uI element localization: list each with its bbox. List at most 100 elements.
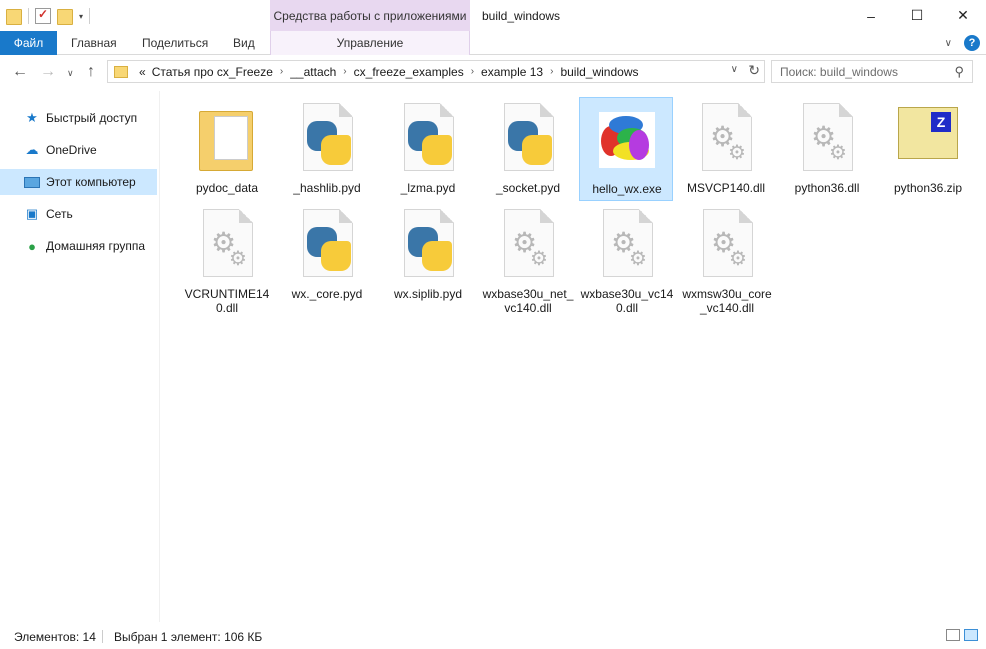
search-input[interactable]: [780, 64, 950, 79]
tab-file[interactable]: Файл: [0, 31, 57, 55]
file-item[interactable]: ⚙ ⚙ wxbase30u_net_vc140.dll: [481, 203, 575, 315]
minimize-button[interactable]: –: [848, 0, 894, 31]
status-divider: [102, 630, 103, 643]
nav-item-network[interactable]: ▣ Сеть: [0, 201, 157, 227]
file-name: wx._core.pyd: [291, 287, 363, 301]
view-switcher: [946, 629, 978, 641]
search-icon[interactable]: ⚲: [954, 64, 964, 80]
python-file-icon: [494, 101, 562, 177]
search-box[interactable]: ⚲: [771, 60, 973, 83]
properties-icon[interactable]: [35, 7, 51, 24]
ribbon-right-controls: ∨ ?: [945, 35, 980, 51]
tab-home[interactable]: Главная: [57, 31, 131, 55]
breadcrumb-item[interactable]: cx_freeze_examples: [351, 65, 467, 79]
window-controls: – ☐ ✕: [848, 0, 986, 31]
dll-file-icon: ⚙ ⚙: [693, 207, 761, 283]
file-item-selected[interactable]: hello_wx.exe: [579, 97, 673, 201]
breadcrumb-item[interactable]: build_windows: [557, 65, 641, 79]
file-name: hello_wx.exe: [592, 182, 662, 196]
details-view-icon[interactable]: [946, 629, 960, 641]
file-item[interactable]: ⚙ ⚙ python36.dll: [780, 97, 874, 201]
chevron-right-icon[interactable]: ›: [276, 66, 287, 77]
selection-info: Выбран 1 элемент: 106 КБ: [114, 630, 263, 644]
forward-button[interactable]: →: [40, 63, 56, 81]
large-icons-view-icon[interactable]: [964, 629, 978, 641]
nav-item-onedrive[interactable]: ☁ OneDrive: [0, 137, 157, 163]
refresh-icon[interactable]: ↻: [748, 62, 760, 79]
up-button[interactable]: ↑: [87, 63, 95, 81]
breadcrumb-overflow[interactable]: «: [136, 65, 149, 79]
folder-icon: [193, 101, 261, 177]
dll-file-icon: ⚙ ⚙: [494, 207, 562, 283]
chevron-right-icon[interactable]: ›: [546, 66, 557, 77]
file-item[interactable]: wx._core.pyd: [280, 203, 374, 307]
computer-icon: [24, 174, 40, 190]
maximize-button[interactable]: ☐: [894, 0, 940, 31]
expand-ribbon-icon[interactable]: ∨: [945, 38, 952, 49]
nav-item-quick-access[interactable]: ★ Быстрый доступ: [0, 105, 157, 131]
customize-toolbar-icon[interactable]: ▾: [79, 12, 83, 21]
homegroup-icon: ●: [28, 238, 36, 254]
dll-file-icon: ⚙ ⚙: [793, 101, 861, 177]
python-file-icon: [394, 207, 462, 283]
toolbar-divider: [89, 8, 91, 24]
back-button[interactable]: ←: [12, 63, 28, 81]
navigation-pane: ★ Быстрый доступ ☁ OneDrive Этот компьют…: [0, 91, 160, 622]
application-icon: [593, 102, 661, 178]
toolbar-divider: [28, 8, 29, 24]
breadcrumb-item[interactable]: __attach: [287, 65, 339, 79]
nav-item-this-pc[interactable]: Этот компьютер: [0, 169, 157, 195]
new-folder-icon[interactable]: [57, 9, 73, 25]
chevron-right-icon[interactable]: ›: [339, 66, 350, 77]
file-name: wxbase30u_vc140.dll: [580, 287, 674, 315]
nav-item-homegroup[interactable]: ● Домашняя группа: [0, 233, 157, 259]
file-name: MSVCP140.dll: [686, 181, 766, 195]
python-file-icon: [293, 207, 361, 283]
zip-file-icon: Z: [894, 101, 962, 177]
dll-file-icon: ⚙ ⚙: [593, 207, 661, 283]
file-item[interactable]: _hashlib.pyd: [280, 97, 374, 201]
file-name: _socket.pyd: [495, 181, 561, 195]
file-item[interactable]: _socket.pyd: [481, 97, 575, 201]
file-name: _hashlib.pyd: [293, 181, 361, 195]
file-item[interactable]: ⚙ ⚙ VCRUNTIME140.dll: [180, 203, 274, 315]
dll-file-icon: ⚙ ⚙: [692, 101, 760, 177]
file-name: pydoc_data: [195, 181, 259, 195]
recent-locations-button[interactable]: ∨: [67, 68, 74, 79]
network-icon: ▣: [25, 206, 39, 221]
help-icon[interactable]: ?: [964, 35, 980, 51]
close-button[interactable]: ✕: [940, 0, 986, 31]
file-item[interactable]: ⚙ ⚙ MSVCP140.dll: [679, 97, 773, 201]
tab-view[interactable]: Вид: [219, 31, 269, 55]
file-name: VCRUNTIME140.dll: [184, 287, 270, 315]
file-item[interactable]: Z python36.zip: [881, 97, 975, 201]
tab-share[interactable]: Поделиться: [128, 31, 222, 55]
file-name: wxbase30u_net_vc140.dll: [482, 287, 574, 315]
breadcrumb-item[interactable]: Статья про cx_Freeze: [149, 65, 276, 79]
nav-item-label: OneDrive: [46, 143, 97, 157]
navigation-bar: ← → ∨ ↑ « Статья про cx_Freeze › __attac…: [0, 55, 986, 91]
folder-icon: [114, 65, 128, 78]
nav-item-label: Домашняя группа: [46, 239, 146, 253]
star-icon: ★: [26, 110, 38, 125]
file-item[interactable]: ⚙ ⚙ wxbase30u_vc140.dll: [580, 203, 674, 315]
chevron-right-icon[interactable]: ›: [467, 66, 478, 77]
file-name: wxmsw30u_core_vc140.dll: [682, 287, 772, 315]
breadcrumb-item[interactable]: example 13: [478, 65, 546, 79]
file-item[interactable]: _lzma.pyd: [381, 97, 475, 201]
file-item[interactable]: ⚙ ⚙ wxmsw30u_core_vc140.dll: [680, 203, 774, 315]
address-bar[interactable]: « Статья про cx_Freeze › __attach › cx_f…: [107, 60, 765, 83]
file-item[interactable]: pydoc_data: [180, 97, 274, 201]
file-item[interactable]: wx.siplib.pyd: [381, 203, 475, 307]
quick-access-toolbar: ▾: [6, 7, 91, 25]
window-title: build_windows: [482, 9, 561, 23]
nav-item-label: Сеть: [46, 207, 73, 221]
item-count: Элементов: 14: [14, 630, 96, 644]
tab-manage[interactable]: Управление: [270, 31, 470, 55]
file-name: python36.dll: [794, 181, 860, 195]
context-tab-group-label: Средства работы с приложениями: [270, 0, 470, 31]
nav-item-label: Этот компьютер: [46, 175, 136, 189]
cloud-icon: ☁: [25, 142, 39, 157]
python-file-icon: [293, 101, 361, 177]
chevron-down-icon[interactable]: ∨: [731, 64, 738, 75]
